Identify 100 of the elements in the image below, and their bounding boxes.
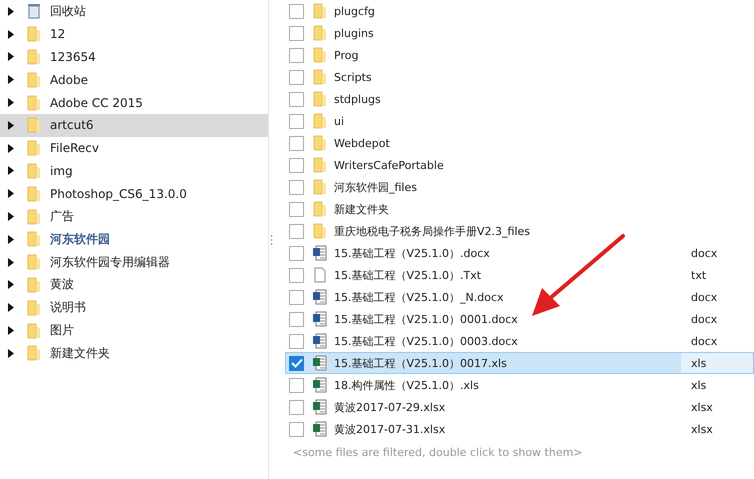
checkbox[interactable] bbox=[289, 400, 304, 414]
tree-item[interactable]: 广告 bbox=[0, 205, 268, 228]
folder-icon bbox=[26, 208, 42, 225]
file-row[interactable]: 黄波2017-07-29.xlsx xlsx bbox=[285, 396, 754, 418]
folder-icon bbox=[26, 140, 42, 156]
file-row[interactable]: 15.基础工程（V25.1.0）0001.docx docx bbox=[285, 308, 754, 330]
checkbox[interactable] bbox=[289, 356, 304, 370]
tree-item[interactable]: Adobe bbox=[0, 68, 268, 92]
expand-arrow-icon[interactable] bbox=[8, 52, 14, 62]
tree-item[interactable]: 河东软件园 bbox=[0, 228, 268, 251]
expand-arrow-icon[interactable] bbox=[8, 234, 14, 244]
spreadsheet-icon bbox=[312, 377, 328, 393]
tree-item[interactable]: 黄波 bbox=[0, 274, 268, 296]
spreadsheet-icon bbox=[312, 355, 328, 371]
tree-item[interactable]: 12 bbox=[0, 22, 268, 46]
file-row[interactable]: 15.基础工程（V25.1.0）.Txt txt bbox=[285, 264, 754, 286]
tree-item[interactable]: img bbox=[0, 160, 268, 182]
tree-item[interactable]: 新建文件夹 bbox=[0, 342, 268, 365]
expand-arrow-icon[interactable] bbox=[8, 348, 14, 358]
expand-arrow-icon[interactable] bbox=[8, 75, 14, 84]
expand-arrow-icon[interactable] bbox=[8, 144, 14, 153]
checkbox[interactable] bbox=[289, 48, 304, 62]
folder-icon bbox=[26, 162, 42, 179]
folder-icon bbox=[26, 231, 42, 248]
word-document-icon bbox=[312, 311, 328, 327]
file-row[interactable]: 15.基础工程（V25.1.0）0003.docx docx bbox=[285, 330, 754, 352]
folder-icon bbox=[26, 254, 42, 270]
expand-arrow-icon[interactable] bbox=[8, 120, 14, 130]
file-row[interactable]: Prog bbox=[285, 44, 754, 66]
checkbox[interactable] bbox=[289, 26, 304, 40]
checkbox[interactable] bbox=[289, 202, 304, 216]
file-row[interactable]: WritersCafePortable bbox=[285, 154, 754, 176]
checkbox[interactable] bbox=[289, 312, 304, 326]
word-document-icon bbox=[312, 289, 328, 305]
folder-icon bbox=[26, 48, 42, 65]
checkbox[interactable] bbox=[289, 92, 304, 106]
file-row[interactable]: 15.基础工程（V25.1.0）0017.xls xls bbox=[285, 352, 754, 374]
folder-icon bbox=[312, 179, 328, 195]
checkbox[interactable] bbox=[289, 70, 304, 84]
file-row[interactable]: Scripts bbox=[285, 66, 754, 88]
expand-arrow-icon[interactable] bbox=[8, 258, 14, 267]
file-row[interactable]: 15.基础工程（V25.1.0）.docx docx bbox=[285, 242, 754, 264]
file-row[interactable]: 18.构件属性（V25.1.0）.xls xls bbox=[285, 374, 754, 396]
checkbox[interactable] bbox=[289, 114, 304, 128]
checkbox[interactable] bbox=[289, 268, 304, 282]
word-document-icon bbox=[312, 333, 328, 349]
tree-item[interactable]: 说明书 bbox=[0, 296, 268, 320]
tree-item[interactable]: 图片 bbox=[0, 319, 268, 342]
tree-item[interactable]: Photoshop_CS6_13.0.0 bbox=[0, 182, 268, 206]
checkbox[interactable] bbox=[289, 334, 304, 348]
expand-arrow-icon[interactable] bbox=[8, 166, 14, 176]
file-row[interactable]: 重庆地税电子税务局操作手册V2.3_files bbox=[285, 220, 754, 242]
folder-icon bbox=[26, 276, 42, 293]
folder-icon bbox=[26, 345, 42, 362]
checkbox[interactable] bbox=[289, 180, 304, 194]
spreadsheet-icon bbox=[312, 421, 328, 437]
file-row[interactable]: plugins bbox=[285, 22, 754, 44]
expand-arrow-icon[interactable] bbox=[8, 326, 14, 336]
tree-item[interactable]: FileRecv bbox=[0, 136, 268, 160]
tree-item[interactable]: 回收站 bbox=[0, 0, 268, 23]
checkbox[interactable] bbox=[289, 378, 304, 392]
file-row[interactable]: 15.基础工程（V25.1.0）_N.docx docx bbox=[285, 286, 754, 308]
folder-icon bbox=[312, 91, 328, 107]
file-row[interactable]: plugcfg bbox=[285, 0, 754, 22]
checkbox[interactable] bbox=[289, 290, 304, 304]
checkbox[interactable] bbox=[289, 422, 304, 436]
file-row[interactable]: ui bbox=[285, 110, 754, 132]
tree-item[interactable]: Adobe CC 2015 bbox=[0, 91, 268, 114]
tree-item[interactable]: artcut6 bbox=[0, 114, 268, 137]
file-row[interactable]: 新建文件夹 bbox=[285, 198, 754, 220]
folder-icon bbox=[26, 300, 42, 316]
expand-arrow-icon[interactable] bbox=[8, 212, 14, 222]
folder-icon bbox=[26, 72, 42, 88]
expand-arrow-icon[interactable] bbox=[8, 6, 14, 16]
expand-arrow-icon[interactable] bbox=[8, 189, 14, 198]
expand-arrow-icon[interactable] bbox=[8, 303, 14, 312]
tree-item[interactable]: 123654 bbox=[0, 46, 268, 68]
spreadsheet-icon bbox=[312, 399, 328, 415]
checkbox[interactable] bbox=[289, 246, 304, 260]
expand-arrow-icon[interactable] bbox=[8, 30, 14, 39]
folder-icon bbox=[312, 157, 328, 173]
folder-icon bbox=[312, 223, 328, 239]
recycle-bin-icon bbox=[26, 3, 42, 20]
file-row[interactable]: 河东软件园_files bbox=[285, 176, 754, 198]
expand-arrow-icon[interactable] bbox=[8, 98, 14, 108]
checkbox[interactable] bbox=[289, 224, 304, 238]
word-document-icon bbox=[312, 245, 328, 261]
checkbox[interactable] bbox=[289, 136, 304, 150]
expand-arrow-icon[interactable] bbox=[8, 280, 14, 290]
folder-icon bbox=[312, 3, 328, 19]
folder-icon bbox=[26, 94, 42, 111]
checkbox[interactable] bbox=[289, 158, 304, 172]
splitter-grip-icon[interactable] bbox=[270, 234, 272, 246]
tree-item[interactable]: 河东软件园专用编辑器 bbox=[0, 250, 268, 274]
file-row[interactable]: Webdepot bbox=[285, 132, 754, 154]
file-row[interactable]: stdplugs bbox=[285, 88, 754, 110]
folder-icon bbox=[312, 135, 328, 151]
file-row[interactable]: 黄波2017-07-31.xlsx xlsx bbox=[285, 418, 754, 440]
folder-icon bbox=[26, 186, 42, 202]
checkbox[interactable] bbox=[289, 4, 304, 18]
